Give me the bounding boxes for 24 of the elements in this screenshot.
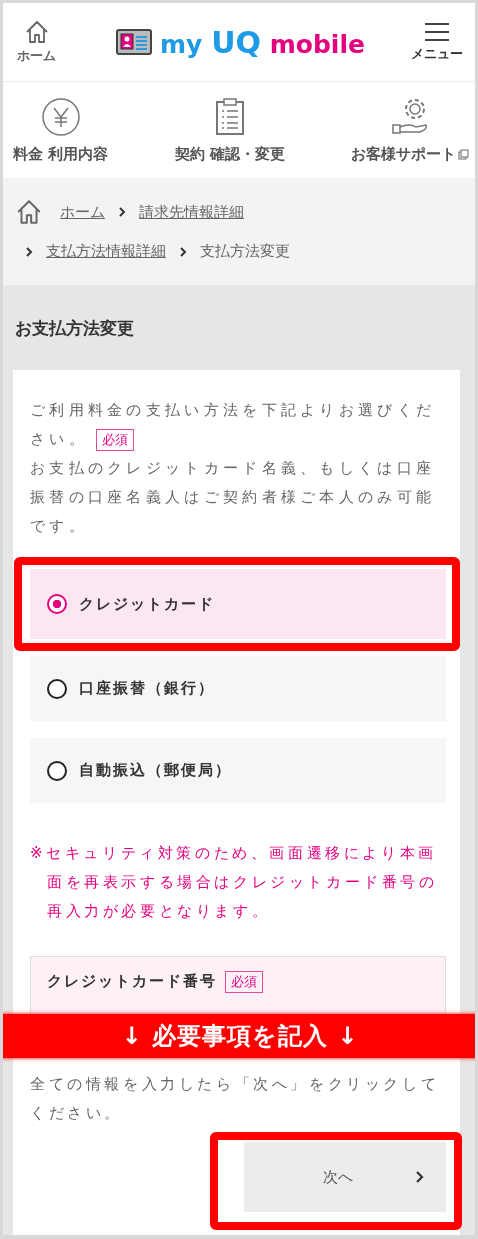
- intro-note: お支払のクレジットカード名義、もしくは口座振替の口座名義人はご契約者様ご本人のみ可能です。: [30, 458, 437, 537]
- field-label: クレジットカード番号: [47, 972, 217, 991]
- page-title: お支払方法変更: [14, 317, 135, 340]
- logo-text: my UQ mobile: [160, 24, 365, 60]
- menu-button[interactable]: メニュー: [411, 21, 463, 63]
- intro-text: さい。: [30, 430, 88, 448]
- nav-item[interactable]: 料金 利用内容: [13, 96, 109, 164]
- breadcrumb-current: 支払方法変更: [200, 242, 290, 261]
- payment-option[interactable]: 自動振込（郵便局）: [30, 738, 446, 803]
- breadcrumb-link[interactable]: 支払方法情報詳細: [46, 242, 166, 261]
- security-note: ※セキュリティ対策のため、画面遷移により本画面を再表示する場合はクレジットカード番号の再入力が必要となります。: [30, 843, 439, 922]
- required-badge: 必須: [225, 970, 263, 993]
- required-badge: 必須: [95, 429, 134, 451]
- breadcrumb-link[interactable]: ホーム: [60, 202, 105, 222]
- breadcrumb-link[interactable]: 請求先情報詳細: [139, 202, 244, 222]
- payment-option[interactable]: 口座振替（銀行）: [30, 656, 446, 721]
- instruction-text: 全ての情報を入力したら「次へ」をクリックしてください。: [30, 1074, 441, 1124]
- nav-item[interactable]: 契約 確認・変更: [174, 96, 285, 164]
- nav-item[interactable]: お客様サポート: [351, 96, 469, 164]
- payment-option[interactable]: クレジットカード: [30, 569, 446, 639]
- next-button[interactable]: 次へ: [244, 1142, 446, 1212]
- annotation-banner: ↓ 必要事項を記入 ↓: [3, 1014, 475, 1058]
- home-button[interactable]: ホーム: [17, 19, 56, 65]
- intro-text: ご利用料金の支払い方法を下記よりお選びくだ: [30, 401, 436, 419]
